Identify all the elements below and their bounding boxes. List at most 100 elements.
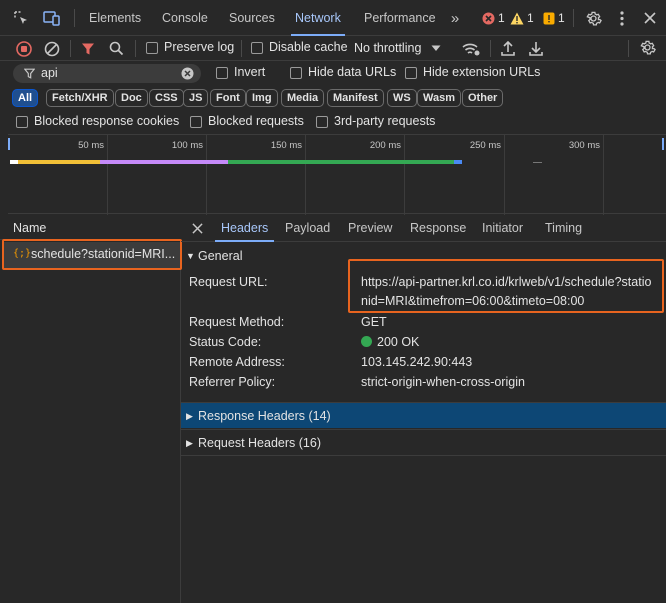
- filter-funnel-icon[interactable]: [80, 41, 96, 56]
- tab-network[interactable]: Network: [291, 0, 345, 36]
- status-code-value: 200 OK: [377, 335, 420, 349]
- tab-sources[interactable]: Sources: [229, 0, 275, 36]
- request-list: Name {;} schedule?stationid=MRI...: [0, 215, 182, 603]
- network-toolbar: Preserve log Disable cache No throttling: [0, 36, 666, 61]
- status-code-key: Status Code:: [189, 335, 262, 349]
- caret-down-icon: ▼: [186, 251, 195, 261]
- third-party-requests-checkbox[interactable]: [316, 116, 328, 128]
- clear-filter-icon[interactable]: [181, 67, 194, 80]
- hide-extension-urls-label: Hide extension URLs: [423, 65, 541, 79]
- inspect-element-icon[interactable]: [13, 10, 29, 26]
- type-filter-media[interactable]: Media: [281, 89, 325, 107]
- timeline-window-right-handle[interactable]: [662, 138, 664, 150]
- timeline-window-left-handle[interactable]: [8, 138, 10, 150]
- request-method-key: Request Method:: [189, 315, 285, 329]
- tab-response[interactable]: Response: [410, 215, 466, 242]
- preserve-log-checkbox[interactable]: [146, 42, 158, 54]
- blocked-cookies-label: Blocked response cookies: [34, 114, 180, 128]
- hide-extension-urls-checkbox[interactable]: [405, 67, 417, 79]
- import-har-icon[interactable]: [500, 40, 516, 56]
- tab-preview[interactable]: Preview: [348, 215, 392, 242]
- more-tabs-icon[interactable]: »: [446, 10, 464, 27]
- type-filter-other[interactable]: Other: [462, 89, 504, 107]
- close-details-icon[interactable]: [191, 222, 204, 235]
- device-toolbar-icon[interactable]: [43, 10, 61, 26]
- error-count-badge[interactable]: 1: [482, 11, 505, 25]
- timeline-tick: 150 ms: [270, 140, 302, 151]
- blocked-cookies-checkbox[interactable]: [16, 116, 28, 128]
- request-details-panel: Headers Payload Preview Response Initiat…: [181, 215, 666, 603]
- export-har-icon[interactable]: [528, 40, 544, 56]
- type-filter-fetch-xhr[interactable]: Fetch/XHR: [46, 89, 114, 107]
- filter-funnel-icon: [24, 68, 35, 79]
- blocked-requests-label: Blocked requests: [208, 114, 304, 128]
- disable-cache-label: Disable cache: [269, 40, 348, 54]
- tab-payload[interactable]: Payload: [285, 215, 330, 242]
- warning-icon: [510, 12, 524, 24]
- timeline-bar: [10, 160, 462, 164]
- close-devtools-icon[interactable]: [643, 11, 657, 25]
- chevron-down-icon: [431, 45, 441, 51]
- referrer-policy-value: strict-origin-when-cross-origin: [361, 375, 525, 389]
- third-party-requests-label: 3rd-party requests: [334, 114, 436, 128]
- caret-right-icon: ▶: [186, 411, 193, 421]
- request-method-value: GET: [361, 315, 387, 329]
- filter-row: api Invert Hide data URLs Hide extension…: [0, 61, 666, 85]
- type-filter-css[interactable]: CSS: [149, 89, 184, 107]
- search-icon[interactable]: [108, 40, 124, 56]
- name-column-header[interactable]: Name: [0, 215, 181, 240]
- referrer-policy-key: Referrer Policy:: [189, 375, 276, 389]
- request-url-key: Request URL:: [189, 275, 268, 289]
- response-headers-section[interactable]: ▶ Response Headers (14): [181, 402, 666, 428]
- request-headers-section[interactable]: ▶ Request Headers (16): [181, 429, 666, 455]
- tab-console[interactable]: Console: [162, 0, 208, 36]
- tab-timing[interactable]: Timing: [545, 215, 582, 242]
- filter-input[interactable]: api: [13, 64, 201, 83]
- type-filter-manifest[interactable]: Manifest: [327, 89, 384, 107]
- blocked-requests-checkbox[interactable]: [190, 116, 202, 128]
- throttling-value: No throttling: [354, 41, 422, 55]
- disable-cache-checkbox[interactable]: [251, 42, 263, 54]
- type-filter-img[interactable]: Img: [246, 89, 278, 107]
- type-filter-font[interactable]: Font: [210, 89, 246, 107]
- settings-gear-icon[interactable]: [585, 10, 602, 27]
- tab-elements[interactable]: Elements: [89, 0, 141, 36]
- preserve-log-label: Preserve log: [164, 40, 235, 54]
- devtools-tabbar: Elements Console Sources Network Perform…: [0, 0, 666, 36]
- filter-input-value: api: [41, 66, 58, 80]
- invert-label: Invert: [234, 65, 266, 79]
- throttling-select[interactable]: No throttling: [354, 39, 441, 57]
- issue-icon: [543, 12, 555, 24]
- warning-count-badge[interactable]: 1: [510, 11, 534, 25]
- invert-checkbox[interactable]: [216, 67, 228, 79]
- type-filter-wasm[interactable]: Wasm: [417, 89, 461, 107]
- issues-count-badge[interactable]: 1: [543, 11, 565, 25]
- network-settings-gear-icon[interactable]: [639, 39, 656, 56]
- caret-right-icon: ▶: [186, 438, 193, 448]
- type-filter-js[interactable]: JS: [183, 89, 209, 107]
- timeline-tick: 100 ms: [171, 140, 203, 151]
- status-ok-dot: [361, 336, 372, 347]
- tab-headers[interactable]: Headers: [214, 215, 275, 242]
- timeline-tick: 300 ms: [568, 140, 600, 151]
- remote-address-key: Remote Address:: [189, 355, 285, 369]
- type-filter-doc[interactable]: Doc: [115, 89, 148, 107]
- type-filter-ws[interactable]: WS: [387, 89, 417, 107]
- timeline-tick: 50 ms: [78, 140, 104, 151]
- highlight-box: [2, 239, 182, 270]
- type-filter-all[interactable]: All: [12, 89, 39, 107]
- hide-data-urls-checkbox[interactable]: [290, 67, 302, 79]
- clear-icon[interactable]: [43, 40, 60, 57]
- tab-performance[interactable]: Performance: [364, 0, 436, 36]
- remote-address-value: 103.145.242.90:443: [361, 355, 473, 369]
- more-options-icon[interactable]: [617, 10, 627, 27]
- error-icon: [482, 12, 495, 24]
- record-stop-icon[interactable]: [15, 40, 32, 57]
- network-conditions-wifi-icon[interactable]: [461, 41, 481, 56]
- highlight-box: [348, 259, 664, 313]
- network-overview-timeline[interactable]: 50 ms 100 ms 150 ms 200 ms 250 ms 300 ms: [8, 134, 666, 215]
- hide-data-urls-label: Hide data URLs: [308, 65, 397, 79]
- timeline-tick: 250 ms: [469, 140, 501, 151]
- timeline-tick: 200 ms: [369, 140, 401, 151]
- tab-initiator[interactable]: Initiator: [482, 215, 523, 242]
